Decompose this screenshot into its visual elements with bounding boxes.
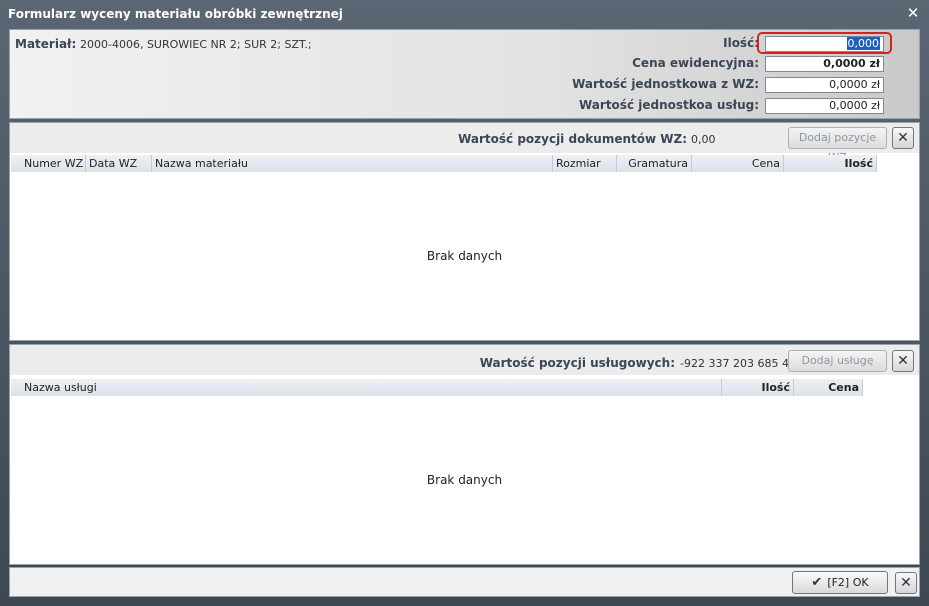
window-title: Formularz wyceny materiału obróbki zewnę… — [8, 7, 343, 21]
dialog-window: Formularz wyceny materiału obróbki zewnę… — [0, 0, 929, 606]
add-wz-button[interactable]: Dodaj pozycje WZ — [788, 127, 887, 164]
wz-empty-message: Brak danych — [426, 249, 503, 263]
service-section-bar: Wartość pozycji usługowych: -922 337 203… — [10, 345, 919, 375]
service-section-title: Wartość pozycji usługowych: — [479, 356, 675, 370]
col-nazwa-materialu[interactable]: Nazwa materiału — [152, 155, 553, 172]
service-section-value: -922 337 203 685 47 — [680, 357, 796, 370]
title-bar: Formularz wyceny materiału obróbki zewnę… — [0, 0, 929, 27]
unit-value-services-input[interactable]: 0,0000 zł — [765, 98, 884, 114]
wz-clear-icon[interactable]: ✕ — [892, 127, 914, 149]
col-gramatura[interactable]: Gramatura — [617, 155, 692, 172]
wz-section-value: 0,00 — [691, 133, 716, 146]
service-section: Wartość pozycji usługowych: -922 337 203… — [9, 344, 920, 565]
col-service-ilosc[interactable]: Ilość — [722, 379, 794, 396]
service-clear-icon[interactable]: ✕ — [892, 350, 914, 372]
col-rozmiar[interactable]: Rozmiar — [553, 155, 617, 172]
footer-bar — [9, 567, 920, 597]
col-ilosc[interactable]: Ilość — [784, 155, 877, 172]
ok-button[interactable]: ✔ [F2] OK — [792, 571, 888, 594]
col-service-cena[interactable]: Cena — [794, 379, 863, 396]
unit-value-services-label: Wartość jednostkoa usług: — [579, 98, 759, 112]
col-cena[interactable]: Cena — [692, 155, 784, 172]
col-data-wz[interactable]: Data WZ — [86, 155, 152, 172]
check-icon: ✔ — [811, 575, 823, 590]
col-numer-wz[interactable]: Numer WZ — [21, 155, 86, 172]
cancel-icon[interactable]: ✕ — [895, 572, 917, 594]
wz-section: Wartość pozycji dokumentów WZ: 0,00 Doda… — [9, 122, 920, 341]
quantity-label: Ilość: — [723, 36, 759, 50]
unit-value-wz-label: Wartość jednostkowa z WZ: — [572, 77, 759, 91]
quantity-highlight — [757, 32, 892, 54]
service-empty-message: Brak danych — [426, 473, 503, 487]
wz-section-bar: Wartość pozycji dokumentów WZ: 0,00 Doda… — [10, 123, 919, 164]
wz-section-title: Wartość pozycji dokumentów WZ: — [458, 132, 687, 146]
col-nazwa-uslugi[interactable]: Nazwa usługi — [21, 379, 722, 396]
material-value: 2000-4006, SUROWIEC NR 2; SUR 2; SZT.; — [80, 38, 312, 51]
wz-table-header: Numer WZ Data WZ Nazwa materiału Rozmiar… — [11, 155, 877, 172]
ok-label: [F2] OK — [827, 576, 869, 589]
material-label: Materiał: — [15, 37, 77, 51]
unit-value-wz-input[interactable]: 0,0000 zł — [765, 77, 884, 93]
register-price-input[interactable]: 0,0000 zł — [765, 56, 884, 72]
register-price-label: Cena ewidencyjna: — [632, 56, 759, 70]
close-icon[interactable]: ✕ — [905, 4, 921, 22]
service-table-header: Nazwa usługi Ilość Cena — [11, 379, 863, 396]
add-service-button[interactable]: Dodaj usługę — [788, 350, 887, 372]
